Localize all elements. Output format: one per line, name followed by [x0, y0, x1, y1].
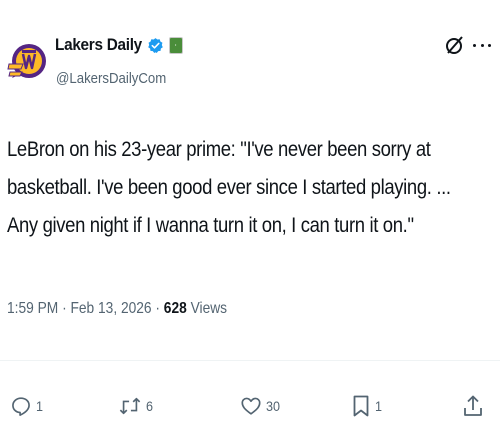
bookmark-icon: [353, 395, 369, 417]
bookmark-button[interactable]: 1: [351, 393, 383, 419]
like-button[interactable]: 30: [240, 393, 282, 419]
like-count: 30: [266, 398, 281, 414]
author-display-name[interactable]: Lakers Daily: [55, 35, 142, 55]
reply-count: 1: [36, 398, 44, 414]
author-name-row: Lakers Daily •: [55, 33, 183, 57]
share-icon: [464, 395, 482, 416]
reply-button[interactable]: 1: [10, 393, 44, 419]
tweet-card: Lakers Daily • @LakersDailyCom LeBron on…: [0, 0, 500, 440]
tweet-time[interactable]: 1:59 PM: [7, 300, 58, 317]
divider: [0, 360, 500, 361]
verified-badge-icon: [147, 37, 163, 53]
heart-icon: [241, 397, 261, 415]
repost-button[interactable]: 6: [118, 393, 154, 419]
views-count: 628: [163, 300, 187, 317]
avatar[interactable]: [7, 30, 47, 92]
meta-separator: ·: [58, 300, 71, 317]
reply-icon: [12, 397, 30, 416]
grok-icon[interactable]: [445, 34, 465, 56]
views-label: Views: [186, 300, 228, 317]
tweet-meta: 1:59 PM · Feb 13, 2026 · 628 Views: [7, 300, 227, 318]
more-options-icon[interactable]: [473, 34, 491, 56]
repost-icon: [119, 397, 141, 415]
author-handle[interactable]: @LakersDailyCom: [56, 70, 166, 87]
bookmark-count: 1: [375, 398, 383, 414]
share-button[interactable]: [462, 393, 484, 419]
meta-separator: ·: [151, 300, 164, 317]
tweet-date[interactable]: Feb 13, 2026: [70, 300, 151, 317]
affiliate-badge-icon[interactable]: •: [168, 36, 183, 54]
repost-count: 6: [146, 398, 154, 414]
tweet-text: LeBron on his 23-year prime: "I've never…: [7, 138, 451, 237]
lakers-daily-logo-icon: [7, 44, 46, 78]
